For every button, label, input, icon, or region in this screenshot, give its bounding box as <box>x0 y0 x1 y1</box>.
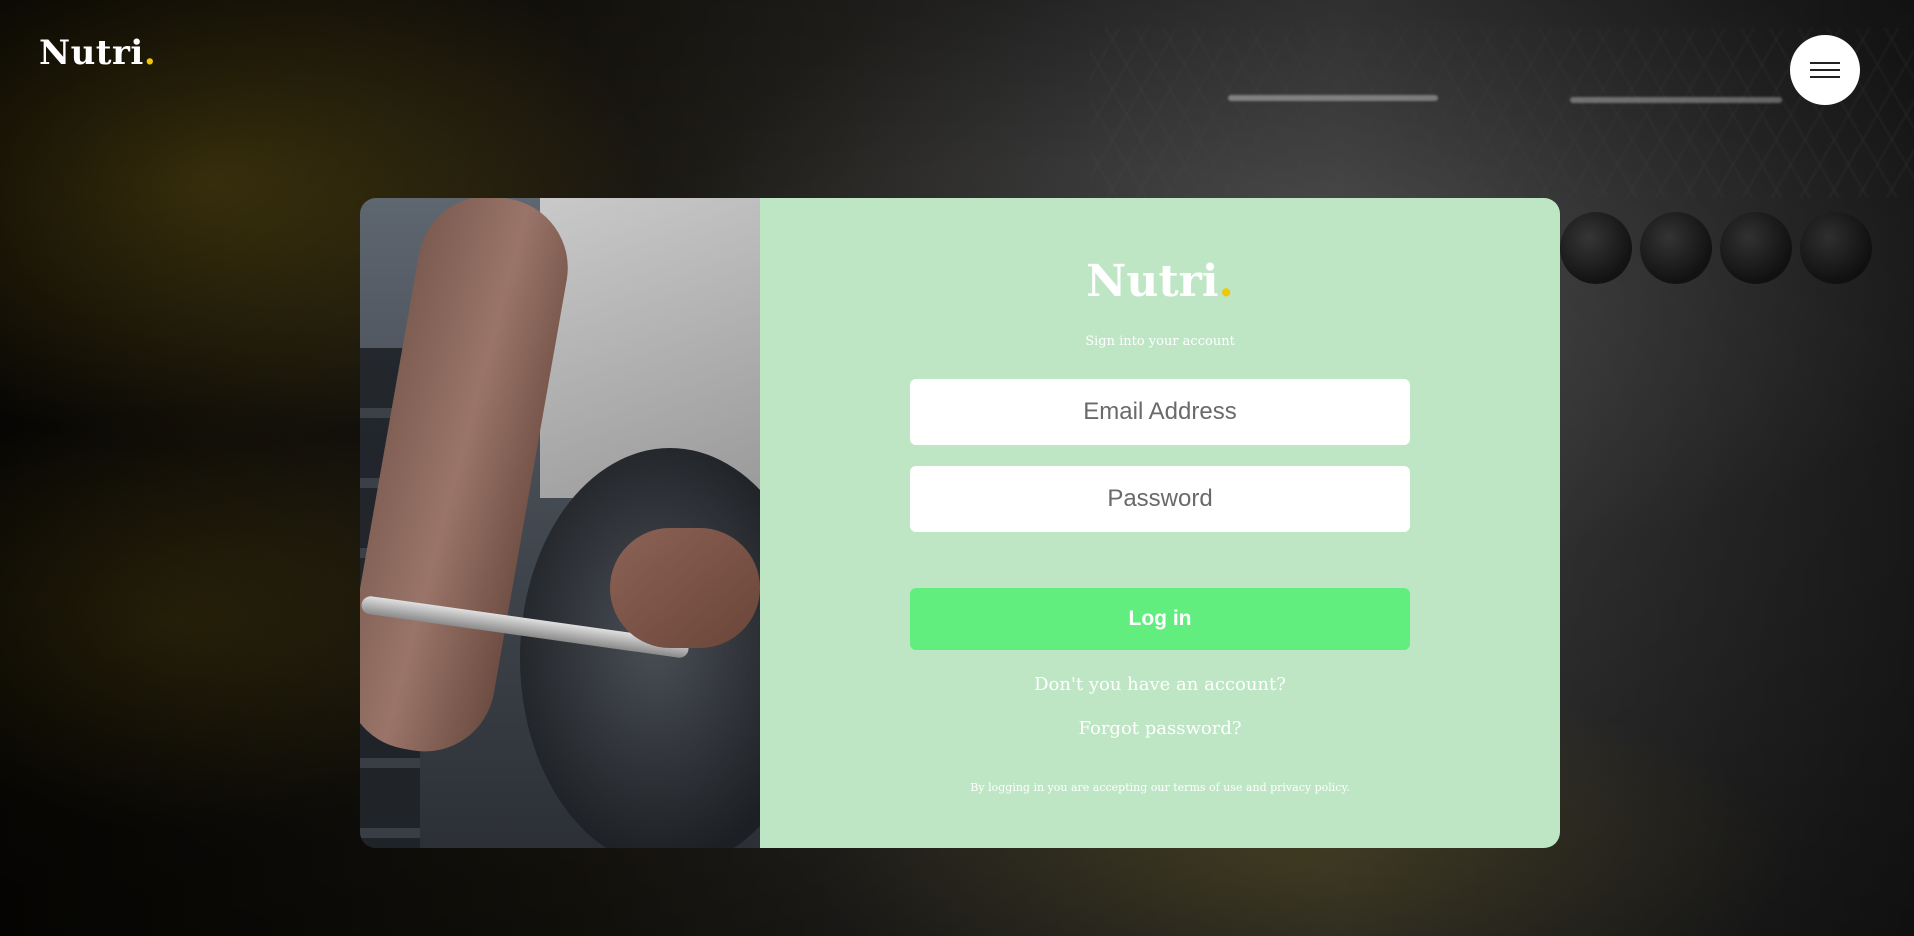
dumbbell-photo <box>360 198 760 848</box>
login-card: Nutri. Sign into your account Log in Don… <box>360 198 1560 848</box>
email-field[interactable] <box>910 379 1410 445</box>
menu-icon-bar <box>1810 69 1840 71</box>
password-field[interactable] <box>910 466 1410 532</box>
login-logo-text: Nutri <box>1086 256 1219 307</box>
photo-hand <box>610 528 760 648</box>
login-form-panel: Nutri. Sign into your account Log in Don… <box>760 198 1560 848</box>
terms-notice: By logging in you are accepting our term… <box>970 781 1350 794</box>
login-subtitle: Sign into your account <box>1085 334 1235 349</box>
forgot-password-link[interactable]: Forgot password? <box>760 718 1560 739</box>
login-logo-dot: . <box>1218 256 1234 307</box>
login-button[interactable]: Log in <box>910 588 1410 650</box>
menu-button[interactable] <box>1790 35 1860 105</box>
menu-icon-bar <box>1810 76 1840 78</box>
site-logo-dot: . <box>143 33 157 73</box>
site-logo[interactable]: Nutri. <box>39 36 156 70</box>
menu-icon-bar <box>1810 62 1840 64</box>
signup-link[interactable]: Don't you have an account? <box>760 674 1560 695</box>
login-logo: Nutri. <box>760 260 1560 304</box>
site-logo-text: Nutri <box>39 33 144 73</box>
